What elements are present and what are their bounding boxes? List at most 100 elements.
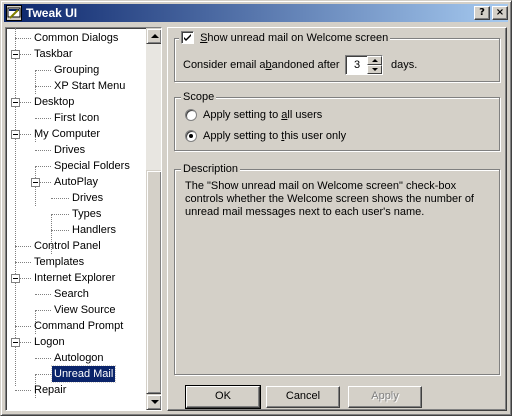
arrow-up-icon [151,34,159,38]
tree-connector-line [35,166,51,167]
spin-up-button[interactable] [367,56,382,65]
tree-item-label: Repair [34,384,67,396]
arrow-down-icon [372,68,378,71]
apply-button[interactable]: Apply [348,386,422,408]
label-text: his user only [284,130,347,142]
tree-connector-line [20,54,31,55]
days-unit-label: days. [391,59,418,71]
spin-down-button[interactable] [367,65,382,74]
tree-item-label: Grouping [54,64,100,76]
tree-connector-line [15,246,31,247]
scroll-down-button[interactable] [146,394,161,410]
tweak-ui-window: Tweak UI ? × Common Dialogs Taskbar Grou… [0,0,512,416]
window-title: Tweak UI [26,6,78,20]
help-button[interactable]: ? [474,6,490,20]
arrow-down-icon [151,400,159,404]
scope-group-title: Scope [181,90,217,104]
label-text: Consider email a [183,59,266,71]
tree-item-label: Drives [54,144,86,156]
tree-item-label: Types [72,208,102,220]
all-users-radio[interactable] [185,109,197,121]
tree-item-label: Search [54,288,89,300]
tree-item-label: View Source [54,304,116,316]
tree-item-label: Unread Mail [50,365,117,383]
tree-connector-line [35,294,51,295]
tree-connector-line [20,102,31,103]
tree-connector-line [35,118,51,119]
arrow-up-icon [372,59,378,62]
label-text: how unread mail on Welcome screen [207,32,389,44]
tree-item-label: AutoPlay [54,176,99,188]
tree-content: Common Dialogs Taskbar Grouping XP Start… [6,28,146,410]
label-text: Apply setting to [203,130,282,142]
tree-item-label: Logon [34,336,65,348]
abandoned-days-value[interactable]: 3 [354,58,360,72]
tree-item-label: XP Start Menu [54,80,126,92]
scrollbar-thumb[interactable] [146,170,161,394]
scope-group: Scope Apply setting to all users Apply s… [174,90,500,151]
tree-item-label: First Icon [54,112,100,124]
all-users-label[interactable]: Apply setting to all users [203,108,322,122]
close-button[interactable]: × [492,6,508,20]
collapse-icon[interactable] [11,130,20,139]
tree-connector-line [35,150,51,151]
tree-connector-line [20,134,31,135]
tree-connector-line [51,214,69,215]
tree-connector-line [15,38,31,39]
collapse-icon[interactable] [11,50,20,59]
collapse-icon[interactable] [11,98,20,107]
tree-connector-line [20,278,31,279]
settings-panel: Show unread mail on Welcome screen Consi… [167,27,507,411]
tree-connector-line [35,374,51,375]
cancel-button[interactable]: Cancel [266,386,340,408]
this-user-label[interactable]: Apply setting to this user only [203,129,346,143]
tree-item-label: Drives [72,192,104,204]
abandoned-days-spinner[interactable]: 3 [345,55,383,75]
label-text: Apply setting to [203,109,282,121]
description-group: Description The "Show unread mail on Wel… [174,162,500,375]
this-user-radio[interactable] [185,130,197,142]
tree-item-label: Common Dialogs [34,32,119,44]
tree-item-label: Command Prompt [34,320,124,332]
tweak-ui-app-icon [6,5,22,21]
tree-connector-line [15,390,31,391]
show-unread-mail-label: Show unread mail on Welcome screen [200,32,388,44]
description-text: The "Show unread mail on Welcome screen"… [185,180,474,218]
tree-connector-line [51,230,69,231]
tree-vertical-scrollbar[interactable] [146,28,161,410]
tree-item-label: Handlers [72,224,117,236]
tree-item-label: Templates [34,256,85,268]
tree-connector-line [35,310,51,311]
show-unread-mail-option[interactable]: Show unread mail on Welcome screen [179,30,391,45]
tree-connector-line [35,70,36,94]
tree-connector-line [40,182,51,183]
scroll-up-button[interactable] [146,28,161,44]
collapse-icon[interactable] [31,178,40,187]
tree-connector-line [35,86,51,87]
tree-connector-line [15,326,31,327]
checkmark-icon [184,33,191,41]
collapse-icon[interactable] [11,274,20,283]
settings-tree[interactable]: Common Dialogs Taskbar Grouping XP Start… [5,27,162,411]
label-text: andoned after [271,59,340,71]
tree-item-label: My Computer [34,128,101,140]
title-bar[interactable]: Tweak UI ? × [4,4,508,22]
tree-connector-line [15,28,16,386]
ok-button[interactable]: OK [185,385,261,409]
show-unread-mail-checkbox[interactable] [181,30,194,44]
tree-item-label: Autologon [54,352,104,364]
tree-connector-line [35,70,51,71]
tree-item-label: Taskbar [34,48,73,60]
tree-item-label: Desktop [34,96,75,108]
tree-connector-line [51,198,69,199]
abandon-label: Consider email abandoned after [183,58,340,72]
tree-item-label: Special Folders [54,160,130,172]
collapse-icon[interactable] [11,338,20,347]
tree-connector-line [20,342,31,343]
tree-connector-line [35,358,51,359]
spinner-buttons [367,56,382,74]
tree-connector-line [15,262,31,263]
tree-item-label: Control Panel [34,240,101,252]
tree-item-label: Internet Explorer [34,272,116,284]
label-text: ll users [287,109,323,121]
